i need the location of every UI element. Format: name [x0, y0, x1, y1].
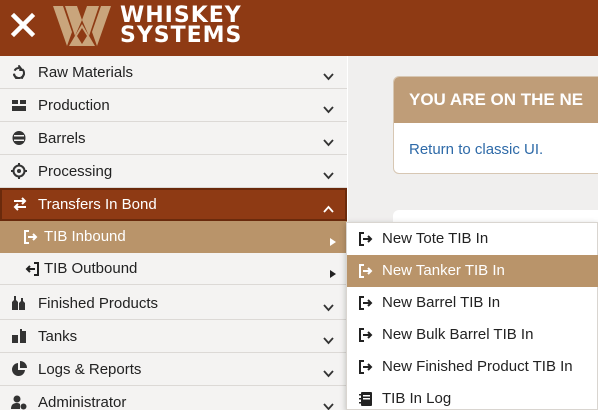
tanks-icon [11, 328, 27, 344]
menu-item-label: TIB In Log [382, 390, 452, 407]
production-icon [11, 97, 27, 113]
sidebar-subitem-label: TIB Inbound [44, 228, 126, 245]
top-header: WHISKEY SYSTEMS [0, 0, 598, 56]
sign-out-icon [24, 262, 39, 276]
sidebar-subitem-tib-inbound[interactable]: TIB Inbound [0, 221, 347, 253]
chevron-down-icon [323, 398, 334, 410]
sidebar-item-transfers-in-bond[interactable]: Transfers In Bond [0, 188, 347, 221]
sign-in-icon [359, 328, 374, 342]
logo-line-2: SYSTEMS [120, 23, 243, 48]
logo-mark-icon [53, 6, 111, 46]
sidebar-subitem-tib-outbound[interactable]: TIB Outbound [0, 253, 347, 285]
sidebar-item-production[interactable]: Production [0, 89, 347, 122]
bottles-icon [11, 295, 27, 311]
menu-item-label: New Barrel TIB In [382, 294, 501, 311]
close-icon[interactable] [8, 10, 38, 40]
menu-item-new-tanker-tib-in[interactable]: New Tanker TIB In [347, 255, 598, 287]
log-book-icon [359, 392, 374, 406]
chevron-up-icon [323, 200, 334, 213]
sign-in-icon [24, 230, 39, 244]
menu-item-label: New Finished Product TIB In [382, 358, 573, 375]
menu-item-new-bulk-barrel-tib-in[interactable]: New Bulk Barrel TIB In [347, 319, 598, 351]
menu-item-new-tote-tib-in[interactable]: New Tote TIB In [347, 223, 598, 255]
menu-item-new-finished-product-tib-in[interactable]: New Finished Product TIB In [347, 351, 598, 383]
sidebar-item-label: Transfers In Bond [38, 196, 157, 213]
chevron-down-icon [323, 101, 334, 114]
sidebar-item-administrator[interactable]: Administrator [0, 386, 347, 410]
sidebar-item-label: Tanks [38, 328, 78, 345]
barrel-icon [11, 130, 27, 146]
sign-in-icon [359, 360, 374, 374]
sidebar-item-finished-products[interactable]: Finished Products [0, 287, 347, 320]
caret-right-icon [330, 265, 336, 278]
chevron-down-icon [323, 365, 334, 378]
menu-item-tib-in-log[interactable]: TIB In Log [347, 383, 598, 410]
sidebar-item-label: Production [38, 97, 110, 114]
menu-item-label: New Tanker TIB In [382, 262, 505, 279]
menu-item-label: New Tote TIB In [382, 230, 489, 247]
logo-text: WHISKEY SYSTEMS [120, 5, 243, 48]
processing-icon [11, 163, 27, 179]
chevron-down-icon [323, 68, 334, 81]
sidebar-item-label: Administrator [38, 394, 127, 410]
sidebar-item-label: Raw Materials [38, 64, 134, 81]
sidebar-item-label: Finished Products [38, 295, 159, 312]
sidebar-item-processing[interactable]: Processing [0, 155, 347, 188]
sidebar: Raw Materials Production Barrels Process… [0, 56, 347, 410]
sidebar-item-label: Processing [38, 163, 113, 180]
sidebar-item-tanks[interactable]: Tanks [0, 320, 347, 353]
notice-title: YOU ARE ON THE NE [394, 77, 598, 123]
tib-inbound-submenu: New Tote TIB In New Tanker TIB In New Ba… [346, 222, 598, 410]
sign-in-icon [359, 232, 374, 246]
recycle-icon [11, 64, 27, 80]
sign-in-icon [359, 296, 374, 310]
caret-right-icon [330, 233, 336, 246]
menu-item-label: New Bulk Barrel TIB In [382, 326, 534, 343]
chevron-down-icon [323, 167, 334, 180]
transfer-icon [12, 196, 28, 212]
chevron-down-icon [323, 332, 334, 345]
sidebar-item-logs-reports[interactable]: Logs & Reports [0, 353, 347, 386]
sign-in-icon [359, 264, 374, 278]
sidebar-subitem-label: TIB Outbound [44, 260, 138, 277]
pie-chart-icon [11, 361, 27, 377]
sidebar-item-barrels[interactable]: Barrels [0, 122, 347, 155]
sidebar-item-label: Logs & Reports [38, 361, 142, 378]
menu-item-new-barrel-tib-in[interactable]: New Barrel TIB In [347, 287, 598, 319]
new-ui-notice: YOU ARE ON THE NE Return to classic UI. [393, 76, 598, 174]
sidebar-item-raw-materials[interactable]: Raw Materials [0, 56, 347, 89]
sidebar-item-label: Barrels [38, 130, 86, 147]
return-to-classic-link[interactable]: Return to classic UI. [409, 141, 543, 158]
chevron-down-icon [323, 134, 334, 147]
user-cog-icon [11, 394, 27, 410]
chevron-down-icon [323, 299, 334, 312]
